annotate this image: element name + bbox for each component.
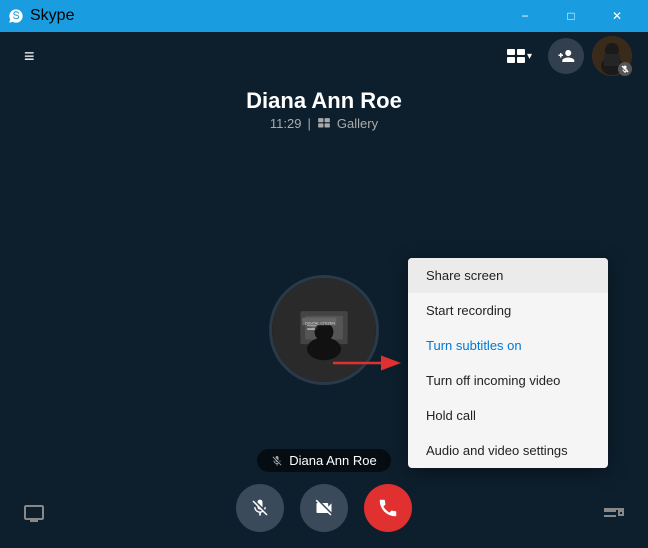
menu-item-hold-call-label: Hold call (426, 408, 476, 423)
hangup-icon (377, 497, 399, 519)
menu-item-start-recording[interactable]: Start recording (408, 293, 608, 328)
avatar-container[interactable] (592, 36, 632, 76)
menu-item-start-recording-label: Start recording (426, 303, 511, 318)
menu-item-turn-subtitles-on[interactable]: Turn subtitles on (408, 328, 608, 363)
add-people-button[interactable] (548, 38, 584, 74)
menu-item-audio-video-settings[interactable]: Audio and video settings (408, 433, 608, 468)
svg-text:DIGITAL CITIZEN: DIGITAL CITIZEN (305, 321, 335, 325)
name-tag: Diana Ann Roe (257, 449, 390, 472)
toolbar-right: ▾ (499, 36, 632, 76)
menu-item-turn-off-incoming-video[interactable]: Turn off incoming video (408, 363, 608, 398)
main-area: ≡ ▾ (0, 32, 648, 548)
title-bar-left: Skype (8, 7, 74, 25)
close-button[interactable]: ✕ (594, 0, 640, 32)
menu-item-hold-call[interactable]: Hold call (408, 398, 608, 433)
menu-item-turn-subtitles-on-label: Turn subtitles on (426, 338, 522, 353)
mute-button[interactable] (236, 484, 284, 532)
top-toolbar: ≡ ▾ (0, 32, 648, 80)
mute-icon (250, 498, 270, 518)
layout-icon (507, 49, 525, 63)
mic-off-icon (620, 64, 630, 74)
screen-share-button[interactable] (16, 496, 52, 532)
maximize-button[interactable]: □ (548, 0, 594, 32)
screen-share-icon (22, 502, 46, 526)
mic-slash-icon (271, 455, 283, 467)
context-menu: Share screen Start recording Turn subtit… (408, 258, 608, 468)
menu-item-turn-off-incoming-video-label: Turn off incoming video (426, 373, 560, 388)
title-bar-controls: − □ ✕ (502, 0, 640, 32)
layout-arrow: ▾ (527, 51, 532, 62)
menu-item-share-screen[interactable]: Share screen (408, 258, 608, 293)
skype-icon (8, 8, 24, 24)
title-bar: Skype − □ ✕ (0, 0, 648, 32)
title-bar-title: Skype (30, 7, 74, 25)
call-controls (0, 484, 648, 532)
menu-item-share-screen-label: Share screen (426, 268, 503, 283)
video-off-icon (314, 498, 334, 518)
menu-item-audio-video-settings-label: Audio and video settings (426, 443, 568, 458)
more-options-button[interactable] (596, 496, 632, 532)
name-tag-text: Diana Ann Roe (289, 453, 376, 468)
minimize-button[interactable]: − (502, 0, 548, 32)
arrow-indicator (328, 348, 408, 383)
hamburger-menu[interactable]: ≡ (16, 38, 43, 75)
add-person-icon (557, 47, 575, 65)
arrow-icon (328, 348, 408, 378)
video-button[interactable] (300, 484, 348, 532)
hangup-button[interactable] (364, 484, 412, 532)
avatar-mic-badge (618, 62, 632, 76)
more-options-icon (602, 502, 626, 526)
layout-button[interactable]: ▾ (499, 45, 540, 67)
